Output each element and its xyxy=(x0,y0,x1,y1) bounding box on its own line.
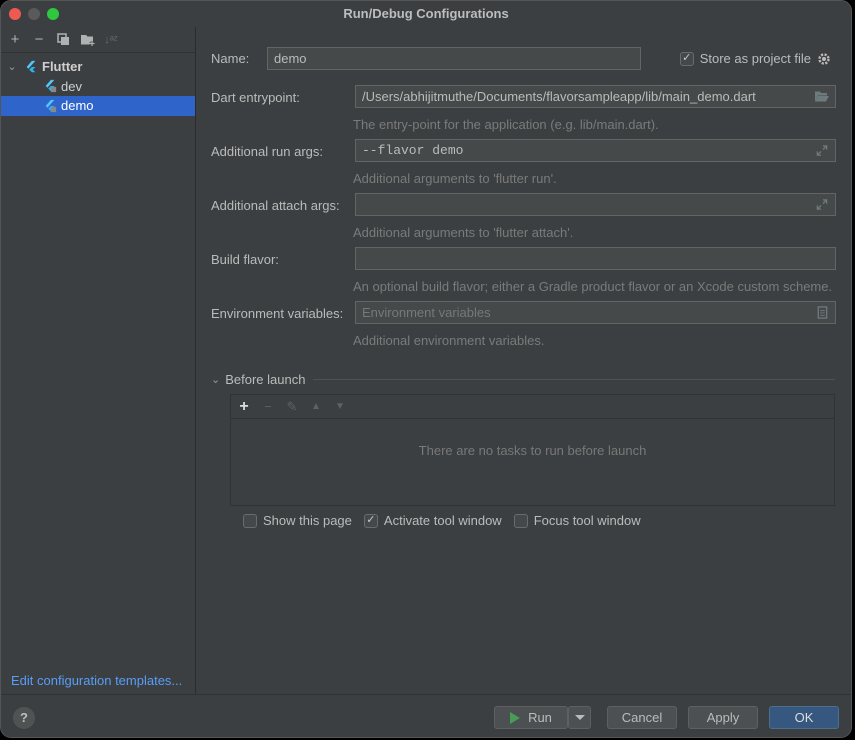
edit-task-icon[interactable]: ✎ xyxy=(285,399,299,415)
expand-icon[interactable] xyxy=(815,144,829,157)
run-label: Run xyxy=(528,710,552,725)
move-down-icon[interactable]: ▼ xyxy=(333,401,347,412)
dart-entrypoint-label: Dart entrypoint: xyxy=(211,90,300,105)
store-checkbox[interactable]: ✓ xyxy=(679,51,694,66)
show-this-page-option[interactable]: Show this page xyxy=(243,513,352,528)
tree-group-label: Flutter xyxy=(42,59,83,75)
configurations-sidebar: + − ↓ᵃᶻ ⌄ Flutter dev demo Edit configur… xyxy=(1,27,196,696)
tree-item-label: demo xyxy=(61,98,94,114)
focus-tool-window-checkbox[interactable] xyxy=(513,513,528,528)
tree-item-label: dev xyxy=(61,78,82,94)
run-dropdown-button[interactable] xyxy=(568,706,591,729)
store-label: Store as project file xyxy=(699,51,811,66)
before-launch-options: Show this page ✓ Activate tool window Fo… xyxy=(243,513,653,528)
name-input[interactable]: demo xyxy=(267,47,641,70)
store-as-project-file[interactable]: ✓ Store as project file xyxy=(679,51,831,66)
tree-group-flutter[interactable]: ⌄ Flutter xyxy=(1,57,195,77)
show-this-page-checkbox[interactable] xyxy=(243,513,257,528)
focus-tool-window-label: Focus tool window xyxy=(533,513,641,528)
run-args-value: --flavor demo xyxy=(362,143,464,158)
flutter-icon xyxy=(26,60,36,72)
tree-item-dev[interactable]: dev xyxy=(1,77,195,97)
minus-icon[interactable]: − xyxy=(31,31,47,48)
configuration-form: Name: demo ✓ Store as project file Dart … xyxy=(197,27,851,696)
focus-tool-window-option[interactable]: Focus tool window xyxy=(513,513,641,528)
build-flavor-hint: An optional build flavor; either a Gradl… xyxy=(353,279,833,294)
show-this-page-label: Show this page xyxy=(263,513,352,528)
window-title: Run/Debug Configurations xyxy=(343,6,509,21)
dart-entrypoint-value: /Users/abhijitmuthe/Documents/flavorsamp… xyxy=(362,89,756,104)
minimize-window-button[interactable] xyxy=(28,8,40,20)
build-flavor-input[interactable] xyxy=(355,247,836,270)
name-value: demo xyxy=(274,51,307,66)
before-launch-header[interactable]: ⌄ Before launch xyxy=(211,372,835,387)
before-launch-toolbar: + − ✎ ▲ ▼ xyxy=(231,395,834,419)
flutter-config-icon xyxy=(45,99,57,112)
attach-args-hint: Additional arguments to 'flutter attach'… xyxy=(353,225,574,240)
dialog-footer: ? Run Cancel Apply OK xyxy=(1,694,851,737)
document-icon[interactable] xyxy=(815,306,829,319)
attach-args-input[interactable] xyxy=(355,193,836,216)
divider xyxy=(313,379,835,380)
remove-task-icon[interactable]: − xyxy=(261,399,275,414)
name-label: Name: xyxy=(211,51,250,66)
before-launch-tasks-panel: + − ✎ ▲ ▼ There are no tasks to run befo… xyxy=(230,394,835,506)
activate-tool-window-checkbox[interactable]: ✓ xyxy=(363,513,378,528)
before-launch-title: Before launch xyxy=(225,372,306,387)
build-flavor-label: Build flavor: xyxy=(211,252,279,267)
folder-add-icon[interactable] xyxy=(79,32,95,48)
add-task-icon[interactable]: + xyxy=(237,398,251,416)
expand-icon[interactable] xyxy=(815,198,829,211)
run-args-hint: Additional arguments to 'flutter run'. xyxy=(353,171,557,186)
edit-configuration-templates-link[interactable]: Edit configuration templates... xyxy=(11,673,182,688)
sort-az-icon[interactable]: ↓ᵃᶻ xyxy=(103,32,119,48)
run-args-label: Additional run args: xyxy=(211,144,324,159)
sidebar-toolbar: + − ↓ᵃᶻ xyxy=(1,27,195,53)
close-window-button[interactable] xyxy=(9,8,21,20)
plus-icon[interactable]: + xyxy=(7,31,23,48)
activate-tool-window-label: Activate tool window xyxy=(383,513,502,528)
env-vars-input[interactable]: Environment variables xyxy=(355,301,836,324)
gear-icon[interactable] xyxy=(817,52,831,66)
flutter-config-icon xyxy=(45,80,57,93)
help-button[interactable]: ? xyxy=(13,707,35,729)
apply-button[interactable]: Apply xyxy=(688,706,758,729)
move-up-icon[interactable]: ▲ xyxy=(309,401,323,412)
chevron-down-icon xyxy=(574,715,585,720)
copy-icon[interactable] xyxy=(55,32,71,48)
dart-entrypoint-input[interactable]: /Users/abhijitmuthe/Documents/flavorsamp… xyxy=(355,85,836,108)
no-tasks-text: There are no tasks to run before launch xyxy=(418,443,647,458)
title-bar: Run/Debug Configurations xyxy=(1,1,851,27)
run-button[interactable]: Run xyxy=(494,706,568,729)
run-args-input[interactable]: --flavor demo xyxy=(355,139,836,162)
tree-item-demo[interactable]: demo xyxy=(1,96,195,116)
ok-button[interactable]: OK xyxy=(769,706,839,729)
env-vars-hint: Additional environment variables. xyxy=(353,333,545,348)
maximize-window-button[interactable] xyxy=(47,8,59,20)
dart-entrypoint-hint: The entry-point for the application (e.g… xyxy=(353,117,659,132)
env-vars-placeholder: Environment variables xyxy=(362,305,491,320)
chevron-down-icon[interactable]: ⌄ xyxy=(5,60,19,73)
chevron-down-icon[interactable]: ⌄ xyxy=(211,373,220,386)
attach-args-label: Additional attach args: xyxy=(211,198,340,213)
env-vars-label: Environment variables: xyxy=(211,306,344,321)
run-debug-dialog: Run/Debug Configurations + − ↓ᵃᶻ ⌄ Flutt… xyxy=(0,0,852,738)
run-icon xyxy=(510,711,521,724)
folder-open-icon[interactable] xyxy=(815,90,829,103)
name-row: Name: xyxy=(211,51,249,66)
activate-tool-window-option[interactable]: ✓ Activate tool window xyxy=(363,513,502,528)
cancel-button[interactable]: Cancel xyxy=(607,706,677,729)
